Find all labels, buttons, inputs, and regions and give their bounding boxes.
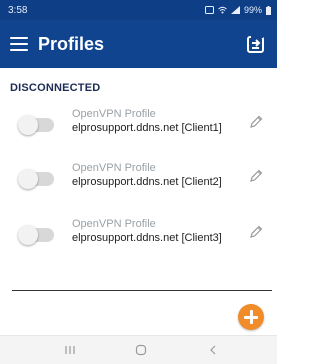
notification-icon — [204, 6, 214, 14]
profile-server: elprosupport.ddns.net [Client2] — [72, 176, 222, 188]
import-profile-icon[interactable] — [245, 33, 267, 55]
battery-percent: 99% — [243, 5, 262, 15]
connection-toggle[interactable] — [18, 169, 54, 189]
wifi-icon — [218, 6, 227, 14]
recent-apps-icon[interactable] — [63, 344, 77, 356]
back-icon[interactable] — [206, 344, 220, 356]
connection-toggle[interactable] — [18, 225, 54, 245]
profile-server: elprosupport.ddns.net [Client3] — [72, 232, 222, 244]
pencil-icon[interactable] — [248, 168, 264, 184]
toggle-knob — [18, 225, 38, 245]
page-title: Profiles — [38, 33, 105, 54]
pencil-icon[interactable] — [248, 224, 264, 240]
menu-icon[interactable] — [10, 37, 28, 51]
profile-item[interactable]: OpenVPN Profile elprosupport.ddns.net [C… — [0, 108, 277, 148]
section-title: DISCONNECTED — [10, 82, 101, 94]
android-nav-bar — [0, 335, 277, 364]
signal-icon — [230, 6, 240, 14]
status-bar: 3:58 99% — [0, 0, 277, 20]
add-profile-button[interactable] — [238, 304, 264, 330]
profile-server: elprosupport.ddns.net [Client1] — [72, 122, 222, 134]
toggle-knob — [18, 169, 38, 189]
home-icon[interactable] — [134, 344, 148, 356]
profile-item[interactable]: OpenVPN Profile elprosupport.ddns.net [C… — [0, 218, 277, 258]
toggle-knob — [18, 115, 38, 135]
status-time: 3:58 — [8, 4, 28, 16]
profile-item[interactable]: OpenVPN Profile elprosupport.ddns.net [C… — [0, 162, 277, 202]
profile-name: OpenVPN Profile — [72, 218, 156, 230]
battery-icon — [266, 5, 271, 15]
app-bar: Profiles — [0, 20, 277, 68]
profile-name: OpenVPN Profile — [72, 162, 156, 174]
list-divider — [12, 290, 272, 291]
profile-name: OpenVPN Profile — [72, 108, 156, 120]
status-icons: 99% — [204, 5, 271, 15]
pencil-icon[interactable] — [248, 114, 264, 130]
connection-toggle[interactable] — [18, 115, 54, 135]
